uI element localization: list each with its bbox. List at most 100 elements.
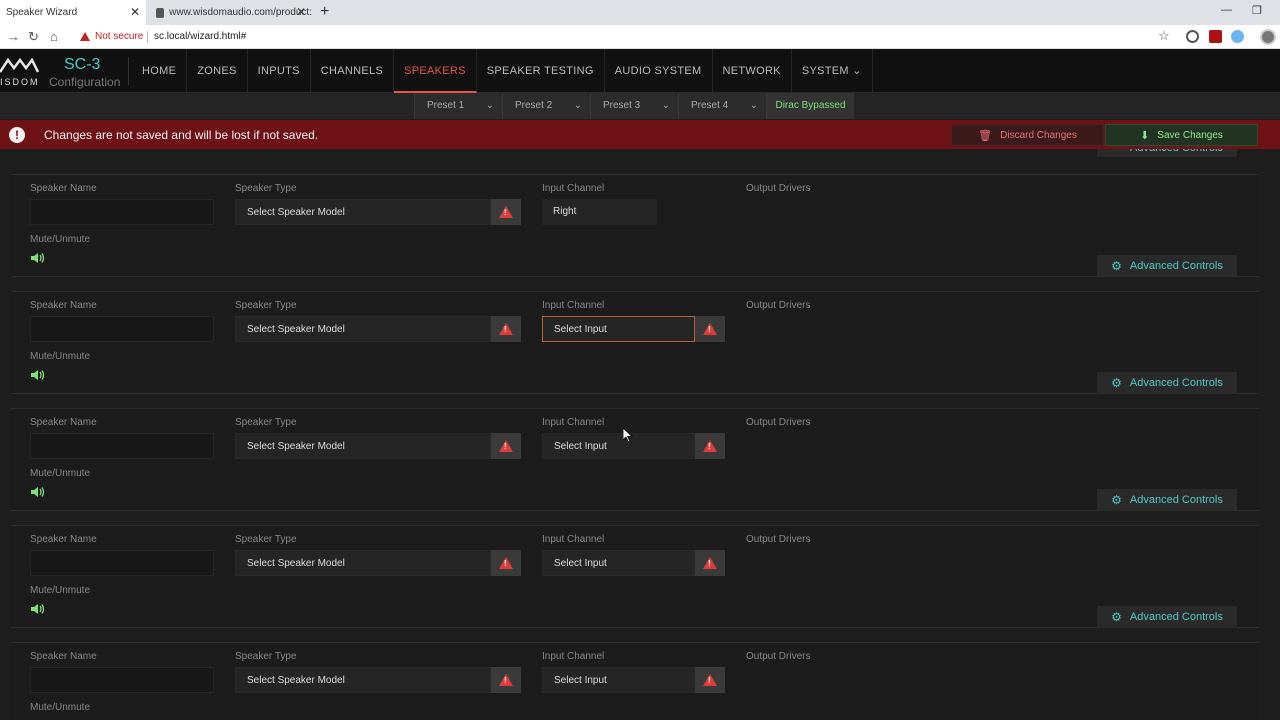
- speaker-name-input[interactable]: [30, 316, 214, 342]
- warning-message: Changes are not saved and will be lost i…: [44, 128, 319, 142]
- speaker-volume-icon[interactable]: [30, 252, 46, 264]
- speaker-name-input[interactable]: [30, 199, 214, 225]
- speaker-card: Speaker Name Speaker Type Input Channel …: [11, 174, 1259, 277]
- input-channel-warning[interactable]: !: [695, 550, 725, 576]
- warning-icon: !: [703, 557, 717, 569]
- extension-icon[interactable]: [1186, 30, 1199, 43]
- speaker-list: Advanced Controls Speaker Name Speaker T…: [0, 149, 1280, 720]
- speaker-name-input[interactable]: [30, 550, 214, 576]
- speaker-name-label: Speaker Name: [30, 534, 97, 545]
- input-channel-label: Input Channel: [542, 417, 605, 428]
- preset-2-dropdown[interactable]: Preset 2 ⌄: [502, 93, 590, 119]
- speaker-type-warning[interactable]: !: [491, 550, 521, 576]
- dirac-status-button[interactable]: Dirac Bypassed: [766, 93, 854, 119]
- speaker-type-warning[interactable]: !: [491, 433, 521, 459]
- nav-zones[interactable]: ZONES: [187, 49, 248, 93]
- new-tab-button[interactable]: +: [320, 3, 329, 21]
- nav-network[interactable]: NETWORK: [713, 49, 792, 93]
- input-channel-select[interactable]: Select Input: [542, 550, 695, 576]
- back-icon[interactable]: →: [7, 29, 20, 44]
- warning-icon: [80, 32, 90, 41]
- speaker-type-warning[interactable]: !: [491, 199, 521, 225]
- mute-label: Mute/Unmute: [30, 351, 91, 362]
- output-drivers-label: Output Drivers: [746, 651, 811, 662]
- nav-speaker-testing[interactable]: SPEAKER TESTING: [477, 49, 605, 93]
- alert-icon: !: [9, 127, 25, 143]
- speaker-type-select[interactable]: Select Speaker Model: [235, 667, 491, 693]
- input-channel-warning[interactable]: !: [695, 667, 725, 693]
- speaker-type-label: Speaker Type: [235, 300, 297, 311]
- advanced-controls-button[interactable]: Advanced Controls: [1097, 149, 1237, 157]
- speaker-name-input[interactable]: [30, 433, 214, 459]
- pdf-extension-icon[interactable]: [1209, 30, 1222, 43]
- tab-title: www.wisdomaudio.com/product:: [169, 7, 312, 18]
- gear-icon: ⚙: [1111, 610, 1122, 624]
- save-icon: ⬇: [1140, 129, 1150, 142]
- browser-tab-wisdom[interactable]: www.wisdomaudio.com/product: ✕: [150, 0, 312, 25]
- speaker-name-label: Speaker Name: [30, 300, 97, 311]
- star-icon[interactable]: ☆: [1158, 28, 1170, 44]
- speaker-type-warning[interactable]: !: [491, 316, 521, 342]
- speaker-name-label: Speaker Name: [30, 651, 97, 662]
- chevron-down-icon: ⌄: [573, 100, 582, 111]
- security-indicator[interactable]: Not secure: [80, 31, 143, 42]
- save-changes-button[interactable]: ⬇ Save Changes: [1105, 124, 1258, 146]
- speaker-type-label: Speaker Type: [235, 417, 297, 428]
- input-channel-label: Input Channel: [542, 183, 605, 194]
- url-input[interactable]: sc.local/wizard.html#: [154, 31, 246, 42]
- input-channel-select[interactable]: Select Input: [542, 667, 695, 693]
- advanced-controls-button[interactable]: ⚙ Advanced Controls: [1097, 255, 1237, 277]
- nav-home[interactable]: HOME: [132, 49, 188, 93]
- nav-speakers[interactable]: SPEAKERS: [394, 49, 477, 93]
- nav-channels[interactable]: CHANNELS: [311, 49, 395, 93]
- input-channel-select[interactable]: Right: [542, 199, 657, 225]
- speaker-type-warning[interactable]: !: [491, 667, 521, 693]
- speaker-card: Speaker Name Speaker Type Input Channel …: [11, 291, 1259, 394]
- speaker-type-label: Speaker Type: [235, 651, 297, 662]
- nav-system[interactable]: SYSTEM ⌄: [792, 49, 873, 93]
- speaker-type-select[interactable]: Select Speaker Model: [235, 433, 491, 459]
- output-drivers-label: Output Drivers: [746, 417, 811, 428]
- speaker-type-select[interactable]: Select Speaker Model: [235, 199, 491, 225]
- nav-system-label: SYSTEM: [801, 65, 849, 77]
- input-channel-warning[interactable]: !: [695, 433, 725, 459]
- advanced-controls-button[interactable]: ⚙ Advanced Controls: [1097, 489, 1237, 511]
- input-channel-select[interactable]: Select Input: [542, 316, 695, 342]
- cloud-extension-icon[interactable]: [1231, 30, 1244, 43]
- speaker-volume-icon[interactable]: [30, 603, 46, 615]
- nav-inputs[interactable]: INPUTS: [248, 49, 311, 93]
- discard-changes-button[interactable]: 🗑 Discard Changes: [951, 124, 1104, 146]
- preset-bar: Preset 1 ⌄ Preset 2 ⌄ Preset 3 ⌄ Preset 4 ⌄ …: [0, 93, 1280, 119]
- speaker-card: Speaker Name Speaker Type Input Channel …: [11, 642, 1259, 720]
- home-icon[interactable]: ⌂: [50, 29, 58, 44]
- preset-1-dropdown[interactable]: Preset 1 ⌄: [414, 93, 502, 119]
- advanced-controls-button[interactable]: ⚙ Advanced Controls: [1097, 372, 1237, 394]
- speaker-name-input[interactable]: [30, 667, 214, 693]
- browser-tab-speaker-wizard[interactable]: Speaker Wizard ✕: [0, 0, 146, 25]
- warning-icon: !: [499, 323, 513, 335]
- close-icon[interactable]: ✕: [130, 5, 140, 19]
- mute-label: Mute/Unmute: [30, 468, 91, 479]
- main-nav: HOME ZONES INPUTS CHANNELS SPEAKERS SPEA…: [132, 49, 873, 93]
- reload-icon[interactable]: ↻: [28, 29, 39, 45]
- mute-label: Mute/Unmute: [30, 234, 91, 245]
- avatar[interactable]: [1260, 29, 1276, 45]
- preset-3-dropdown[interactable]: Preset 3 ⌄: [590, 93, 678, 119]
- speaker-card: Speaker Name Speaker Type Input Channel …: [11, 525, 1259, 628]
- speaker-volume-icon[interactable]: [30, 486, 46, 498]
- chevron-down-icon: ⌄: [661, 100, 670, 111]
- speaker-type-select[interactable]: Select Speaker Model: [235, 316, 491, 342]
- speaker-volume-icon[interactable]: [30, 369, 46, 381]
- minimize-button[interactable]: —: [1221, 4, 1232, 16]
- speaker-type-select[interactable]: Select Speaker Model: [235, 550, 491, 576]
- close-icon[interactable]: ✕: [296, 5, 306, 19]
- mute-label: Mute/Unmute: [30, 585, 91, 596]
- divider: [128, 57, 129, 85]
- speaker-name-label: Speaker Name: [30, 417, 97, 428]
- preset-4-dropdown[interactable]: Preset 4 ⌄: [678, 93, 766, 119]
- advanced-controls-button[interactable]: ⚙ Advanced Controls: [1097, 606, 1237, 628]
- restore-button[interactable]: ❐: [1252, 4, 1262, 17]
- input-channel-select[interactable]: Select Input: [542, 433, 695, 459]
- input-channel-warning[interactable]: !: [695, 316, 725, 342]
- nav-audio-system[interactable]: AUDIO SYSTEM: [605, 49, 713, 93]
